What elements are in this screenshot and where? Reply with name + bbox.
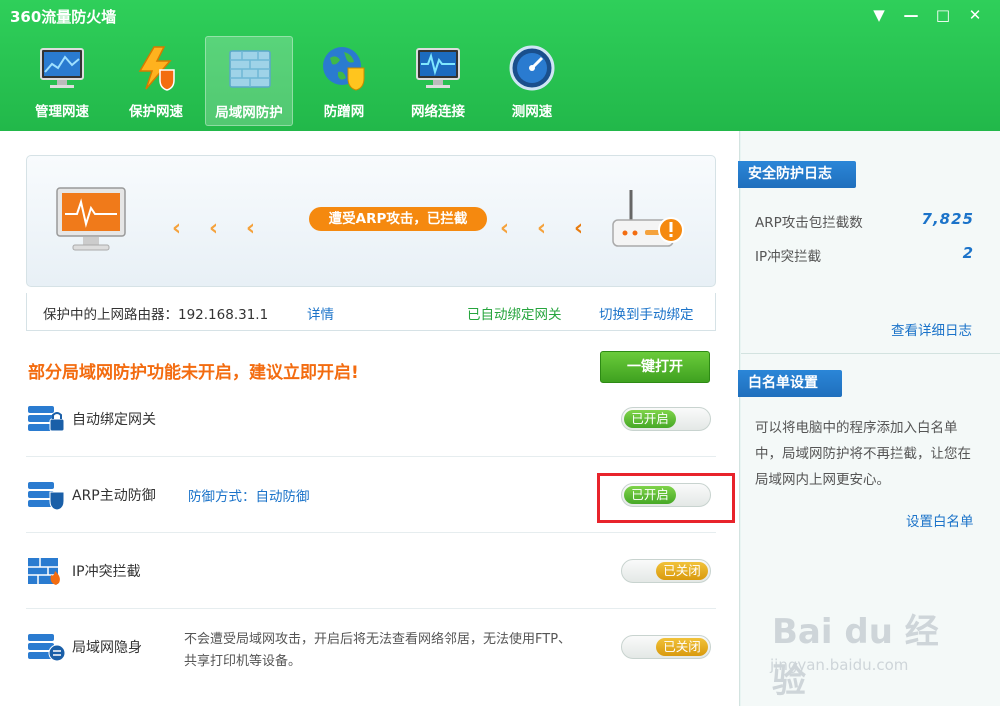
menu-dropdown-icon[interactable]: ▼: [868, 4, 890, 26]
arrow-left-icon: ‹: [537, 216, 547, 241]
globe-shield-icon: [323, 47, 365, 91]
feature-label: 自动绑定网关: [72, 412, 156, 428]
attack-status-badge: 遭受ARP攻击，已拦截: [309, 207, 487, 231]
watermark: Bai du 经验 jingyan.baidu.com: [760, 596, 960, 701]
lan-stealth-toggle[interactable]: 已关闭: [621, 635, 711, 659]
arp-block-count: 7,825: [921, 210, 974, 228]
arrow-left-icon: ‹: [500, 216, 510, 241]
arp-shield-icon: [28, 482, 65, 511]
tab-label: 保护网速: [129, 104, 183, 120]
lan-protection-panel: ‹ ‹ ‹ 遭受ARP攻击，已拦截 ‹ ‹ ‹ 保护中的上网路由器：192.16…: [0, 131, 740, 706]
tab-label: 测网速: [511, 104, 553, 120]
feature-row-ip-conflict: IP冲突拦截 已关闭: [26, 533, 716, 609]
whitelist-description: 可以将电脑中的程序添加入白名单中，局域网防护将不再拦截，让您在局域网内上网更安心…: [755, 420, 971, 488]
arp-block-label: ARP攻击包拦截数: [755, 215, 863, 231]
security-log-title: 安全防护日志: [738, 161, 856, 188]
arrow-left-icon: ‹: [246, 216, 256, 241]
switch-manual-bind-link[interactable]: 切换到手动绑定: [599, 303, 694, 323]
router-warning-icon: [612, 190, 684, 247]
watermark-url: jingyan.baidu.com: [770, 656, 909, 674]
one-click-enable-button[interactable]: 一键打开: [600, 351, 710, 383]
set-whitelist-link[interactable]: 设置白名单: [906, 510, 974, 530]
gateway-lock-icon: [28, 406, 65, 432]
toggle-state: 已关闭: [656, 562, 708, 580]
tab-protect-speed[interactable]: 保护网速: [112, 36, 200, 126]
app-title: 360流量防火墙: [10, 8, 117, 26]
network-monitor-icon: [416, 48, 460, 88]
lightning-shield-icon: [138, 46, 175, 91]
feature-label: 局域网隐身: [72, 640, 142, 656]
divider: [741, 353, 1000, 354]
minimize-button[interactable]: —: [900, 4, 922, 26]
feature-label: ARP主动防御: [72, 488, 156, 504]
title-bar: 360流量防火墙 ▼ — □ ✕ 管理网速 保护网速 局域网防护 防蹭网 网络连…: [0, 0, 1000, 131]
maximize-button[interactable]: □: [932, 4, 954, 26]
auto-bind-toggle[interactable]: 已开启: [621, 407, 711, 431]
attack-banner: ‹ ‹ ‹ 遭受ARP攻击，已拦截 ‹ ‹ ‹: [26, 155, 716, 287]
view-detailed-log-link[interactable]: 查看详细日志: [891, 319, 972, 339]
feature-row-auto-bind: 自动绑定网关 已开启: [26, 381, 716, 457]
tab-manage-speed[interactable]: 管理网速: [18, 36, 106, 126]
protection-warning: 部分局域网防护功能未开启，建议立即开启!: [28, 363, 359, 383]
feature-row-lan-stealth: 局域网隐身 不会遭受局域网攻击，开启后将无法查看网络邻居，无法使用FTP、共享打…: [26, 609, 716, 695]
toggle-state: 已开启: [624, 410, 676, 428]
router-info-bar: 保护中的上网路由器：192.168.31.1 详情 已自动绑定网关 切换到手动绑…: [26, 293, 716, 331]
router-address: 保护中的上网路由器：192.168.31.1: [43, 307, 269, 323]
arrow-left-icon: ‹: [209, 216, 219, 241]
watermark-logo: Bai du 经验: [772, 612, 939, 701]
tab-label: 网络连接: [411, 104, 465, 120]
stealth-icon: [28, 634, 66, 662]
tab-lan-protection[interactable]: 局域网防护: [205, 36, 293, 126]
feature-label: IP冲突拦截: [72, 564, 141, 580]
arrow-left-icon: ‹: [574, 216, 584, 241]
whitelist-title: 白名单设置: [738, 370, 842, 397]
ip-firewall-icon: [28, 558, 60, 585]
firewall-icon: [229, 50, 271, 88]
tab-label: 局域网防护: [215, 105, 283, 121]
monitor-chart-icon: [40, 48, 84, 88]
tab-label: 防蹭网: [323, 104, 365, 120]
tab-network-connections[interactable]: 网络连接: [394, 36, 482, 126]
ip-conflict-toggle[interactable]: 已关闭: [621, 559, 711, 583]
ip-conflict-label: IP冲突拦截: [755, 249, 822, 265]
tab-speed-test[interactable]: 测网速: [488, 36, 576, 126]
arrow-left-icon: ‹: [172, 216, 182, 241]
annotation-highlight: [597, 473, 735, 523]
tab-label: 管理网速: [35, 104, 89, 120]
defense-mode-link[interactable]: 防御方式：自动防御: [188, 485, 310, 505]
gateway-bound-status: 已自动绑定网关: [467, 307, 562, 323]
router-detail-link[interactable]: 详情: [307, 303, 334, 323]
computer-icon: [56, 187, 126, 251]
tab-anti-freeloading[interactable]: 防蹭网: [300, 36, 388, 126]
speedometer-icon: [509, 45, 555, 91]
toggle-state: 已关闭: [656, 638, 708, 656]
close-button[interactable]: ✕: [964, 4, 986, 26]
feature-description: 不会遭受局域网攻击，开启后将无法查看网络邻居，无法使用FTP、共享打印机等设备。: [184, 632, 572, 669]
ip-conflict-count: 2: [962, 244, 974, 262]
